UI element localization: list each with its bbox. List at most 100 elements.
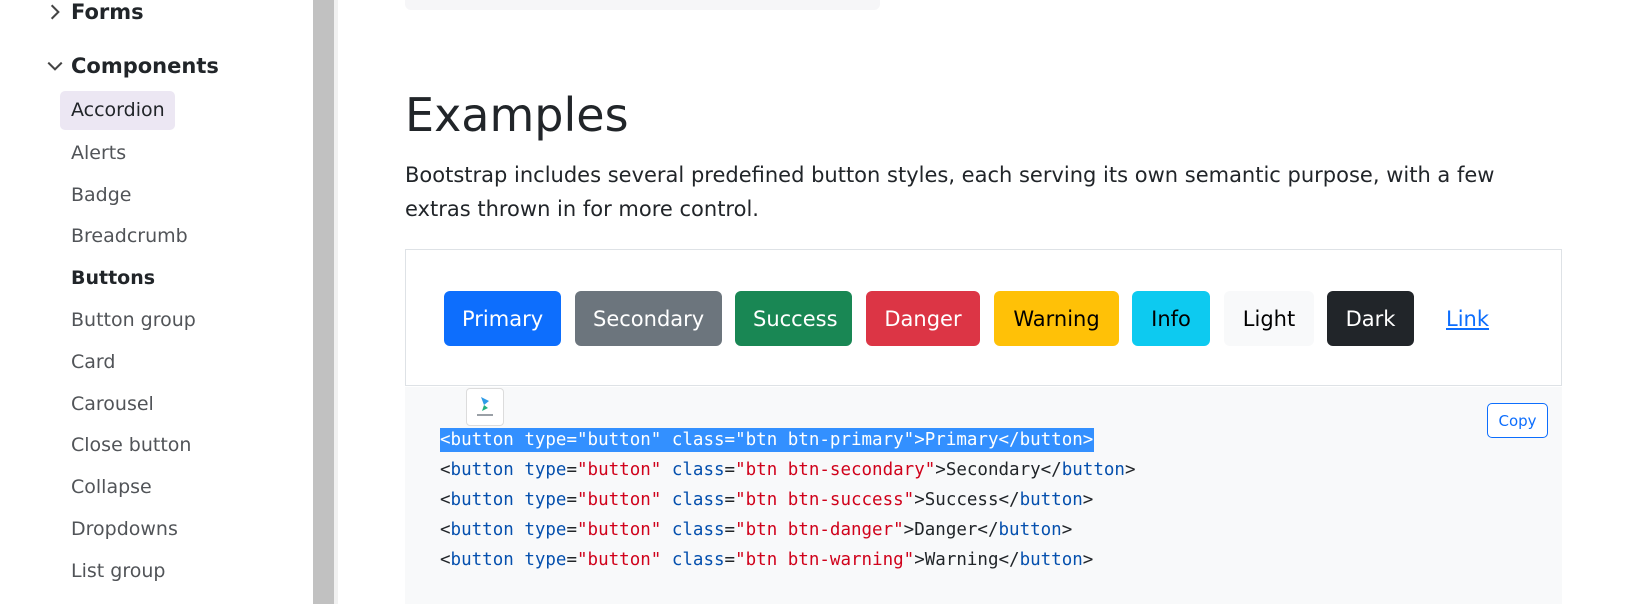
sidebar-item-collapse[interactable]: Collapse bbox=[60, 467, 300, 509]
code-punct: = bbox=[724, 550, 736, 570]
code-punct: < bbox=[440, 430, 451, 450]
code-tag: button bbox=[450, 460, 514, 480]
code-attr: class bbox=[671, 460, 725, 480]
code-punct: = bbox=[724, 520, 736, 540]
danger-button[interactable]: Danger bbox=[866, 291, 980, 346]
sidebar-item-badge[interactable]: Badge bbox=[60, 175, 300, 217]
code-attr: class bbox=[671, 490, 725, 510]
sidebar-group-label: Forms bbox=[71, 0, 144, 24]
code-tag: button bbox=[1019, 490, 1083, 510]
code-attr: class bbox=[671, 430, 725, 450]
section-title: Examples bbox=[405, 88, 629, 142]
code-line: <button type="button" class="btn btn-dan… bbox=[440, 518, 1072, 542]
code-punct: < bbox=[440, 460, 451, 480]
sidebar-item-accordion[interactable]: Accordion bbox=[60, 91, 175, 130]
code-punct: > bbox=[1082, 430, 1094, 450]
sidebar-item-list-group[interactable]: List group bbox=[60, 551, 300, 593]
code-punct: > bbox=[1082, 550, 1094, 570]
sidebar-scrollbar[interactable] bbox=[313, 0, 334, 604]
sidebar-item-dropdowns[interactable]: Dropdowns bbox=[60, 509, 300, 551]
sidebar-item-alerts[interactable]: Alerts bbox=[60, 133, 300, 175]
code-text: >Secondary</ bbox=[935, 460, 1062, 480]
sidebar-group-label: Components bbox=[71, 54, 219, 78]
code-tag: button bbox=[1061, 460, 1125, 480]
sidebar-item-carousel[interactable]: Carousel bbox=[60, 384, 300, 426]
code-punct: > bbox=[1124, 460, 1136, 480]
code-string: "btn btn-secondary" bbox=[735, 460, 936, 480]
code-punct: = bbox=[724, 490, 736, 510]
code-tag: button bbox=[450, 430, 514, 450]
sidebar-group-forms[interactable]: Forms bbox=[44, 0, 144, 24]
code-line: <button type="button" class="btn btn-sec… bbox=[440, 458, 1135, 482]
code-string: "button" bbox=[577, 460, 662, 480]
code-text: >Danger</ bbox=[903, 520, 999, 540]
code-punct: = bbox=[566, 550, 578, 570]
info-button[interactable]: Info bbox=[1132, 291, 1210, 346]
code-punct: < bbox=[440, 550, 451, 570]
sidebar-item-card[interactable]: Card bbox=[60, 342, 300, 384]
code-tag: button bbox=[450, 550, 514, 570]
code-text: >Warning</ bbox=[914, 550, 1020, 570]
code-text: >Primary</ bbox=[914, 430, 1020, 450]
code-punct: = bbox=[566, 520, 578, 540]
sidebar: Forms Components Accordion Alerts Badge … bbox=[0, 0, 313, 604]
code-tag: button bbox=[1019, 430, 1083, 450]
code-tag: button bbox=[450, 490, 514, 510]
success-button[interactable]: Success bbox=[735, 291, 852, 346]
code-string: "button" bbox=[577, 550, 662, 570]
code-attr: type bbox=[524, 520, 567, 540]
copy-button[interactable]: Copy bbox=[1487, 403, 1548, 438]
code-punct: < bbox=[440, 520, 451, 540]
chevron-right-icon bbox=[44, 1, 66, 23]
code-punct: = bbox=[566, 460, 578, 480]
example-preview: Primary Secondary Success Danger Warning… bbox=[405, 249, 1562, 386]
code-attr: type bbox=[524, 430, 567, 450]
warning-button[interactable]: Warning bbox=[994, 291, 1119, 346]
sidebar-item-buttons[interactable]: Buttons bbox=[60, 258, 300, 300]
code-text: >Success</ bbox=[914, 490, 1020, 510]
sidebar-item-breadcrumb[interactable]: Breadcrumb bbox=[60, 216, 300, 258]
code-attr: class bbox=[671, 520, 725, 540]
code-tag: button bbox=[998, 520, 1062, 540]
code-punct: = bbox=[724, 430, 736, 450]
extension-icon[interactable] bbox=[466, 388, 504, 426]
link-button[interactable]: Link bbox=[1428, 291, 1506, 346]
sidebar-item-close-button[interactable]: Close button bbox=[60, 425, 300, 467]
code-string: "button" bbox=[577, 520, 662, 540]
dark-button[interactable]: Dark bbox=[1327, 291, 1414, 346]
sidebar-group-components[interactable]: Components bbox=[44, 54, 219, 78]
light-button[interactable]: Light bbox=[1224, 291, 1314, 346]
code-attr: type bbox=[524, 460, 567, 480]
code-punct: < bbox=[440, 490, 451, 510]
scrollbar-track bbox=[334, 0, 338, 604]
code-string: "btn btn-success" bbox=[735, 490, 915, 510]
code-tag: button bbox=[1019, 550, 1083, 570]
code-string: "button" bbox=[577, 490, 662, 510]
code-line: <button type="button" class="btn btn-war… bbox=[440, 548, 1093, 572]
section-description: Bootstrap includes several predefined bu… bbox=[405, 163, 1495, 221]
code-string: "button" bbox=[577, 430, 662, 450]
secondary-button[interactable]: Secondary bbox=[575, 291, 722, 346]
code-string: "btn btn-warning" bbox=[735, 550, 915, 570]
code-line: <button type="button" class="btn btn-suc… bbox=[440, 488, 1093, 512]
primary-button[interactable]: Primary bbox=[444, 291, 561, 346]
previous-section-block bbox=[405, 0, 880, 10]
code-attr: type bbox=[524, 550, 567, 570]
code-punct: = bbox=[566, 490, 578, 510]
code-attr: type bbox=[524, 490, 567, 510]
chevron-down-icon bbox=[44, 55, 66, 77]
code-punct: = bbox=[566, 430, 578, 450]
sidebar-item-button-group[interactable]: Button group bbox=[60, 300, 300, 342]
code-tag: button bbox=[450, 520, 514, 540]
sidebar-nav-list: Accordion Alerts Badge Breadcrumb Button… bbox=[60, 91, 300, 593]
